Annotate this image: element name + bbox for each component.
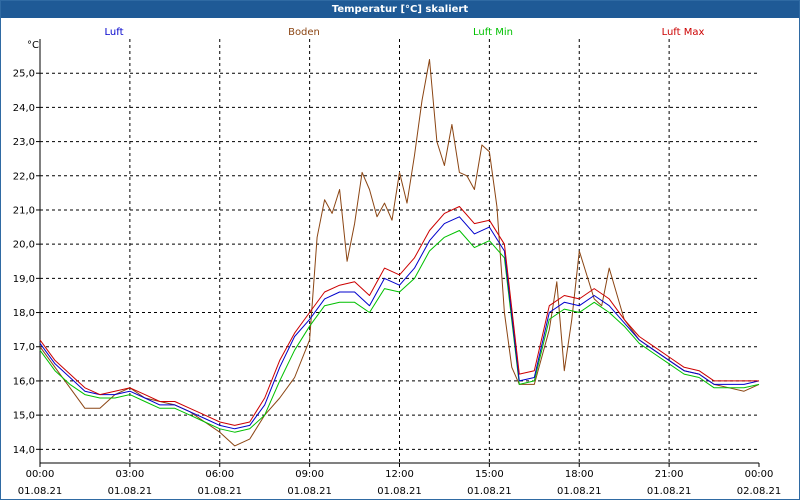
y-axis-unit-label: °C bbox=[27, 40, 39, 51]
x-tick-date-label: 01.08.21 bbox=[647, 486, 692, 497]
x-tick-time-label: 03:00 bbox=[115, 469, 144, 480]
legend-entry-luft: Luft bbox=[105, 27, 124, 38]
x-tick-date-label: 01.08.21 bbox=[18, 486, 63, 497]
x-tick-time-label: 21:00 bbox=[655, 469, 684, 480]
y-tick-label: 16,0 bbox=[13, 376, 35, 387]
x-tick-time-label: 00:00 bbox=[26, 469, 55, 480]
y-tick-label: 24,0 bbox=[13, 103, 35, 114]
x-tick-time-label: 00:00 bbox=[745, 469, 774, 480]
legend: Luft Boden Luft Min Luft Max bbox=[105, 27, 705, 38]
y-tick-label: 17,0 bbox=[13, 342, 35, 353]
x-tick-date-label: 01.08.21 bbox=[377, 486, 422, 497]
y-tick-label: 19,0 bbox=[13, 274, 35, 285]
x-tick-date-label: 01.08.21 bbox=[108, 486, 153, 497]
x-tick-date-label: 01.08.21 bbox=[467, 486, 512, 497]
y-tick-label: 15,0 bbox=[13, 411, 35, 422]
y-tick-label: 21,0 bbox=[13, 205, 35, 216]
x-tick-date-label: 01.08.21 bbox=[287, 486, 332, 497]
x-tick-date-label: 01.08.21 bbox=[197, 486, 242, 497]
y-tick-label: 20,0 bbox=[13, 240, 35, 251]
chart-window: Temperatur [°C] skaliert 14,0 15,0 16,0 17,… bbox=[0, 0, 800, 500]
x-tick-time-label: 15:00 bbox=[475, 469, 504, 480]
legend-entry-luft-max: Luft Max bbox=[662, 27, 705, 38]
x-tick-time-label: 09:00 bbox=[295, 469, 324, 480]
line-chart: 14,0 15,0 16,0 17,0 18,0 19,0 20,0 21,0 22,0 23,0… bbox=[13, 27, 782, 497]
x-tick-date-label: 02.08.21 bbox=[737, 486, 782, 497]
y-tick-label: 25,0 bbox=[13, 69, 35, 80]
y-tick-label: 23,0 bbox=[13, 137, 35, 148]
y-tick-label: 18,0 bbox=[13, 308, 35, 319]
x-tick-date-label: 01.08.21 bbox=[557, 486, 602, 497]
y-tick-label: 14,0 bbox=[13, 445, 35, 456]
x-tick-time-label: 12:00 bbox=[385, 469, 414, 480]
y-tick-label: 22,0 bbox=[13, 171, 35, 182]
legend-entry-boden: Boden bbox=[288, 27, 320, 38]
legend-entry-luft-min: Luft Min bbox=[473, 27, 513, 38]
x-tick-time-label: 06:00 bbox=[205, 469, 234, 480]
x-tick-time-label: 18:00 bbox=[565, 469, 594, 480]
